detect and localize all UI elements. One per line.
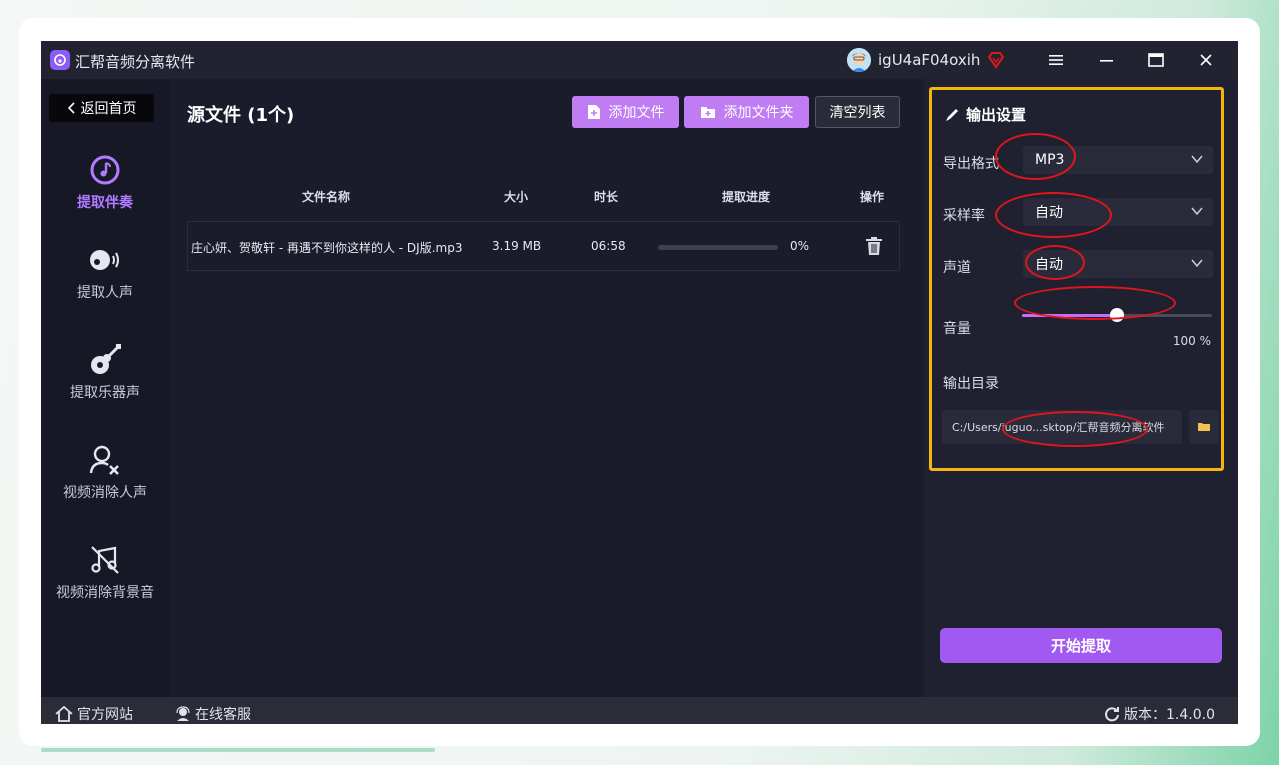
user-remove-icon — [87, 442, 123, 478]
guitar-icon — [87, 342, 123, 378]
chevron-down-icon — [1191, 207, 1203, 216]
website-link[interactable]: 官方网站 — [55, 704, 133, 724]
add-file-label: 添加文件 — [608, 105, 665, 121]
status-bar: 官方网站 在线客服 版本：1.4.0.0 — [41, 697, 1238, 724]
progress-text: 0% — [790, 239, 810, 253]
column-header-duration: 时长 — [594, 190, 619, 204]
nav-item-extract-instrument[interactable]: 提取乐器声 — [41, 342, 169, 402]
nav-item-video-remove-vocals[interactable]: 视频消除人声 — [41, 442, 169, 502]
column-header-action: 操作 — [860, 190, 885, 204]
back-home-button[interactable]: 返回首页 — [49, 94, 154, 122]
username[interactable]: igU4aF04oxih — [878, 51, 980, 69]
version-info[interactable]: 版本：1.4.0.0 — [1104, 704, 1215, 724]
nav-label: 视频消除背景音 — [56, 585, 154, 601]
file-duration: 06:58 — [591, 239, 626, 253]
column-header-progress: 提取进度 — [722, 190, 771, 204]
start-extract-button[interactable]: 开始提取 — [940, 628, 1222, 663]
clear-list-button[interactable]: 清空列表 — [815, 96, 900, 128]
minimize-icon[interactable] — [1096, 49, 1118, 71]
main-panel: 源文件 (1个) 添加文件 添加文件夹 清空列表 文件名称 大小 时长 提取进度… — [169, 79, 924, 697]
settings-panel: 输出设置 导出格式 MP3 采样率 自动 声道 自动 音量 100 % 输出目录… — [924, 79, 1238, 697]
nav-label: 视频消除人声 — [63, 485, 147, 501]
refresh-icon — [1105, 707, 1119, 722]
trash-icon[interactable] — [865, 236, 883, 260]
table-row[interactable]: 庄心妍、贺敬轩 - 再遇不到你这样的人 - DJ版.mp3 3.19 MB 06… — [187, 221, 900, 271]
app-title: 汇帮音频分离软件 — [75, 53, 196, 71]
menu-icon[interactable] — [1045, 49, 1067, 71]
maximize-icon[interactable] — [1145, 49, 1167, 71]
output-settings-box: 输出设置 导出格式 MP3 采样率 自动 声道 自动 音量 100 % 输出目录… — [929, 87, 1224, 471]
volume-slider-fill — [1022, 314, 1117, 317]
samplerate-select[interactable]: 自动 — [1023, 198, 1213, 226]
vip-diamond-icon[interactable] — [986, 50, 1006, 70]
nav-label: 提取乐器声 — [70, 385, 140, 401]
nav-item-extract-vocals[interactable]: 提取人声 — [41, 242, 169, 302]
progress-bar — [658, 245, 778, 250]
nav-item-extract-accompaniment[interactable]: 提取伴奏 — [41, 152, 169, 212]
channel-value: 自动 — [1035, 257, 1063, 273]
volume-slider[interactable] — [1022, 308, 1212, 322]
sidebar: 返回首页 提取伴奏 提取人声 提取乐器声 视频消除人声 视频消除背景音 — [41, 79, 169, 697]
browse-folder-button[interactable] — [1189, 410, 1219, 444]
column-header-size: 大小 — [504, 190, 529, 204]
close-icon[interactable] — [1195, 49, 1217, 71]
folder-icon — [1198, 423, 1210, 431]
format-select[interactable]: MP3 — [1023, 146, 1213, 174]
settings-title: 输出设置 — [944, 104, 1026, 125]
add-folder-label: 添加文件夹 — [723, 105, 794, 121]
voice-icon — [87, 242, 123, 278]
support-link[interactable]: 在线客服 — [175, 704, 251, 724]
file-size: 3.19 MB — [492, 239, 542, 253]
output-dir-field[interactable]: C:/Users/iuguo...sktop/汇帮音频分离软件 — [942, 410, 1182, 444]
music-off-icon — [87, 542, 123, 578]
website-label: 官方网站 — [77, 707, 133, 723]
volume-label: 音量 — [943, 321, 971, 337]
pen-icon — [946, 108, 958, 121]
version-label: 版本：1.4.0.0 — [1124, 707, 1215, 723]
channel-select[interactable]: 自动 — [1023, 250, 1213, 278]
back-home-label: 返回首页 — [80, 101, 137, 117]
samplerate-value: 自动 — [1035, 205, 1063, 221]
channel-label: 声道 — [943, 260, 971, 276]
settings-title-text: 输出设置 — [966, 106, 1027, 124]
add-folder-button[interactable]: 添加文件夹 — [684, 96, 809, 128]
nav-item-video-remove-bgm[interactable]: 视频消除背景音 — [41, 542, 169, 602]
outdir-label: 输出目录 — [943, 376, 999, 392]
volume-percent: 100 % — [1172, 334, 1211, 348]
home-icon — [55, 706, 73, 722]
nav-label: 提取伴奏 — [77, 195, 133, 211]
music-note-icon — [87, 152, 123, 188]
samplerate-label: 采样率 — [943, 208, 985, 224]
add-file-button[interactable]: 添加文件 — [572, 96, 679, 128]
app-window: 汇帮音频分离软件 igU4aF04oxih 返回首页 提取伴奏 提取人声 提取乐… — [41, 41, 1238, 724]
file-add-icon — [587, 105, 600, 119]
chevron-down-icon — [1191, 155, 1203, 164]
format-value: MP3 — [1035, 152, 1065, 168]
format-label: 导出格式 — [943, 156, 999, 172]
support-label: 在线客服 — [195, 707, 251, 723]
chevron-left-icon — [67, 102, 75, 114]
file-name: 庄心妍、贺敬轩 - 再遇不到你这样的人 - DJ版.mp3 — [191, 241, 463, 255]
volume-slider-handle[interactable] — [1110, 308, 1124, 322]
app-logo-icon — [50, 50, 70, 70]
nav-label: 提取人声 — [77, 285, 133, 301]
page-title: 源文件 (1个) — [187, 105, 295, 126]
column-header-name: 文件名称 — [302, 190, 351, 204]
title-bar: 汇帮音频分离软件 igU4aF04oxih — [41, 41, 1238, 79]
chevron-down-icon — [1191, 259, 1203, 268]
decor-bar — [41, 748, 435, 752]
user-avatar[interactable] — [847, 48, 871, 72]
support-icon — [176, 706, 190, 721]
folder-add-icon — [700, 107, 715, 118]
